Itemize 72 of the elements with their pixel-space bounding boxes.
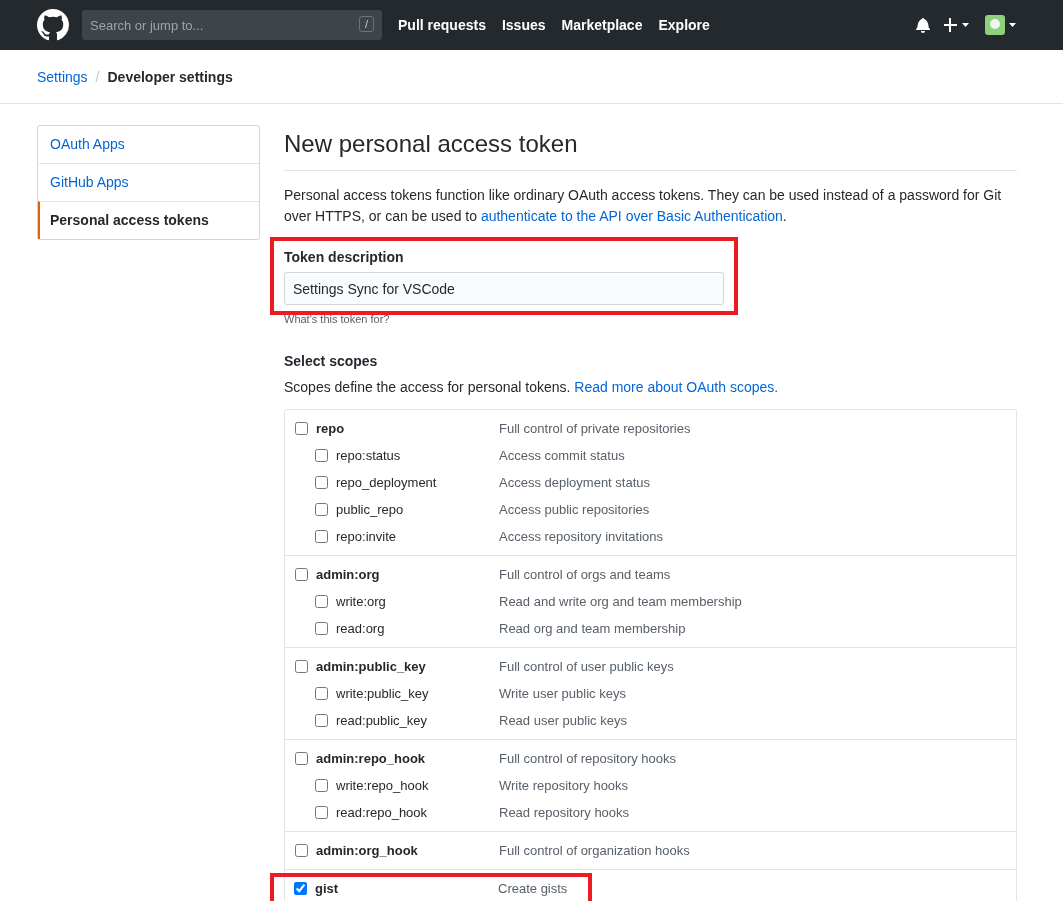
page-title: New personal access token — [284, 124, 1017, 171]
scope-name: write:public_key — [336, 686, 430, 701]
scope-description: Full control of user public keys — [499, 659, 674, 674]
scope-name: admin:org_hook — [316, 843, 419, 858]
nav-link[interactable]: Explore — [658, 17, 710, 33]
field-note: What's this token for? — [284, 313, 391, 325]
scope-name: repo:invite — [336, 529, 397, 544]
scope-description: Read and write org and team membership — [499, 594, 742, 609]
scope-name: read:public_key — [336, 713, 429, 728]
scope-checkbox[interactable] — [315, 476, 328, 489]
sidebar-item[interactable]: Personal access tokens — [38, 201, 259, 239]
scope-description: Access repository invitations — [499, 529, 663, 544]
scope-checkbox[interactable] — [295, 660, 308, 673]
scope-checkbox[interactable] — [294, 882, 307, 895]
scope-checkbox[interactable] — [315, 595, 328, 608]
scope-name: read:org — [336, 621, 386, 636]
nav-link[interactable]: Pull requests — [398, 17, 486, 33]
scope-description: Full control of private repositories — [499, 421, 691, 436]
api-auth-link[interactable]: authenticate to the API over Basic Authentication — [480, 208, 783, 224]
keyboard-shortcut-hint: / — [358, 16, 374, 32]
scope-checkbox[interactable] — [315, 503, 328, 516]
scope-name: write:org — [336, 594, 387, 609]
scope-name: repo_deployment — [336, 475, 438, 490]
scope-checkbox[interactable] — [295, 422, 308, 435]
scope-name: public_repo — [336, 502, 405, 517]
nav-link[interactable]: Issues — [501, 17, 546, 33]
breadcrumb-link[interactable]: Settings — [37, 68, 88, 85]
scope-name: read:repo_hook — [336, 805, 429, 820]
field-label: Token description — [284, 249, 405, 265]
scope-name: gist — [315, 881, 340, 896]
scope-name: admin:public_key — [316, 659, 427, 674]
plus-dropdown-icon[interactable] — [944, 18, 971, 32]
scope-description: Read org and team membership — [499, 621, 686, 636]
octocat-logo-icon[interactable] — [37, 9, 69, 41]
scope-description: Write user public keys — [499, 686, 626, 701]
scope-checkbox[interactable] — [315, 779, 328, 792]
oauth-scopes-link[interactable]: Read more about OAuth scopes. — [574, 379, 779, 395]
section-heading: Select scopes — [284, 353, 379, 369]
scope-description: Full control of orgs and teams — [499, 567, 671, 582]
scope-description: Full control of repository hooks — [499, 751, 677, 766]
scope-checkbox[interactable] — [295, 844, 308, 857]
scope-description: Access deployment status — [499, 475, 651, 490]
breadcrumb-separator: / — [95, 68, 100, 85]
scope-name: repo — [316, 421, 346, 436]
sidebar-item[interactable]: OAuth Apps — [38, 126, 259, 163]
breadcrumb-current: Developer settings — [107, 68, 233, 85]
scope-description: Full control of organization hooks — [499, 843, 690, 858]
scope-checkbox[interactable] — [315, 622, 328, 635]
sidebar-item[interactable]: GitHub Apps — [38, 163, 259, 201]
scope-description: Read repository hooks — [499, 805, 630, 820]
scope-checkbox[interactable] — [295, 568, 308, 581]
scope-name: write:repo_hook — [336, 778, 430, 793]
token-description-field[interactable]: Settings Sync for VSCode — [284, 272, 724, 305]
scope-name: admin:org — [316, 567, 381, 582]
scope-description: Create gists — [498, 881, 568, 896]
scope-description: Access commit status — [499, 448, 625, 463]
scope-checkbox[interactable] — [295, 752, 308, 765]
scope-checkbox[interactable] — [315, 806, 328, 819]
scope-checkbox[interactable] — [315, 714, 328, 727]
scope-name: repo:status — [336, 448, 402, 463]
scope-checkbox[interactable] — [315, 530, 328, 543]
notification-bell-icon[interactable] — [916, 17, 930, 33]
intro-paragraph: Personal access tokens function like ordinary OAuth access tokens. They can be used instead of a password for Git over HTTPS, or can be used to authenticate to the API over Basic Authentication. — [284, 186, 1003, 226]
scope-checkbox[interactable] — [315, 449, 328, 462]
scope-name: admin:repo_hook — [316, 751, 427, 766]
scope-description: Read user public keys — [499, 713, 627, 728]
nav-link[interactable]: Marketplace — [561, 17, 643, 33]
scope-description: Access public repositories — [499, 502, 650, 517]
scope-description: Write repository hooks — [499, 778, 629, 793]
scopes-paragraph: Scopes define the access for personal tokens. Read more about OAuth scopes. — [284, 378, 780, 397]
avatar-dropdown-icon[interactable] — [985, 15, 1017, 35]
scope-checkbox[interactable] — [315, 687, 328, 700]
